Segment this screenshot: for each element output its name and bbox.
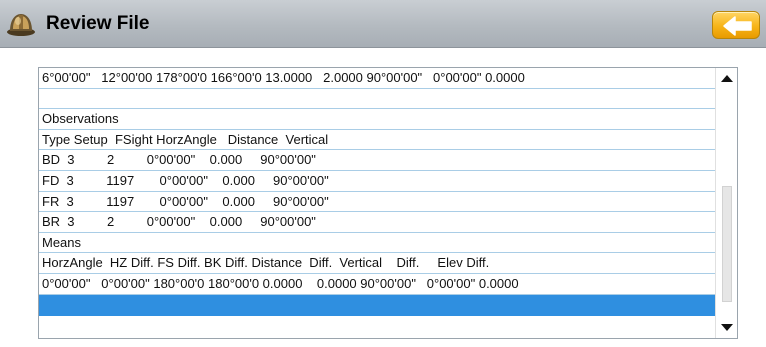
selected-list-item[interactable]: [39, 294, 715, 316]
list-item[interactable]: FR 3 1197 0°00'00" 0.000 90°00'00": [39, 192, 715, 213]
page-title: Review File: [46, 13, 150, 34]
list-item[interactable]: HorzAngle HZ Diff. FS Diff. BK Diff. Dis…: [39, 253, 715, 274]
list-item[interactable]: 0°00'00" 0°00'00" 180°00'0 180°00'0 0.00…: [39, 274, 715, 295]
triangle-up-icon: [716, 75, 737, 94]
list-item[interactable]: FD 3 1197 0°00'00" 0.000 90°00'00": [39, 171, 715, 192]
scroll-thumb[interactable]: [722, 186, 732, 302]
title-bar: Review File: [0, 0, 766, 48]
list-item[interactable]: [39, 89, 715, 110]
back-button[interactable]: [712, 11, 760, 39]
hard-hat-icon: [6, 10, 36, 38]
list-item[interactable]: Type Setup FSight HorzAngle Distance Ver…: [39, 130, 715, 151]
list-item[interactable]: Observations: [39, 109, 715, 130]
list-item[interactable]: 6°00'00" 12°00'00 178°00'0 166°00'0 13.0…: [39, 68, 715, 89]
scroll-up-button[interactable]: [716, 68, 737, 90]
file-content-list[interactable]: 6°00'00" 12°00'00 178°00'0 166°00'0 13.0…: [38, 67, 738, 339]
list-item[interactable]: BR 3 2 0°00'00" 0.000 90°00'00": [39, 212, 715, 233]
list-item[interactable]: BD 3 2 0°00'00" 0.000 90°00'00": [39, 150, 715, 171]
scroll-down-button[interactable]: [716, 316, 737, 338]
list-item[interactable]: Means: [39, 233, 715, 254]
triangle-down-icon: [716, 324, 737, 338]
file-rows: 6°00'00" 12°00'00 178°00'0 166°00'0 13.0…: [39, 68, 715, 316]
vertical-scrollbar[interactable]: [715, 68, 737, 338]
